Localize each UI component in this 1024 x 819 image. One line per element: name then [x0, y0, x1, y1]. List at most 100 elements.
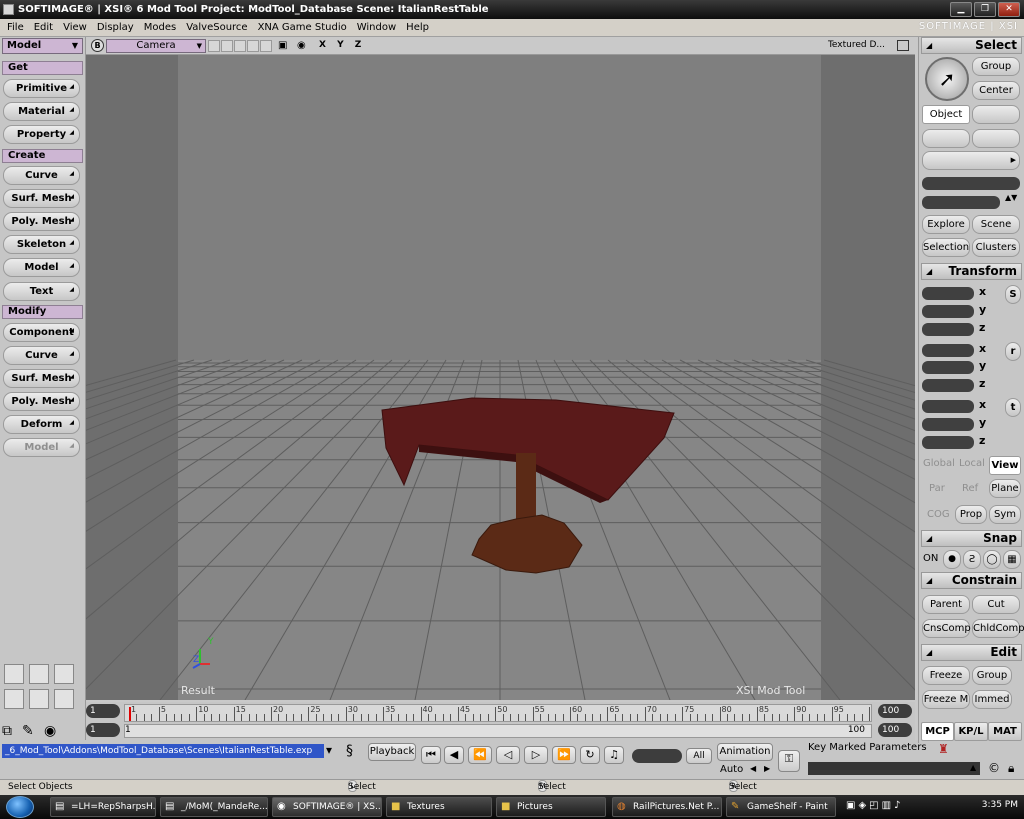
camera-icon[interactable]: ▣ [278, 40, 287, 51]
cnscomp-button[interactable]: CnsComp [922, 619, 971, 638]
scale-x-label[interactable]: x [979, 285, 986, 298]
script-icon[interactable]: § [346, 743, 353, 759]
selection-button[interactable]: Selection [922, 238, 970, 257]
memo-slot[interactable] [221, 40, 233, 52]
scale-y-label[interactable]: y [979, 303, 986, 316]
property-button[interactable]: Property ◢ [3, 125, 80, 144]
task-pictures[interactable]: ■ Pictures [496, 797, 606, 817]
menu-valvesource[interactable]: ValveSource [181, 22, 252, 33]
maximize-viewport-icon[interactable] [897, 40, 909, 51]
object-filter-button[interactable]: Object [922, 105, 970, 124]
auto-key-label[interactable]: Auto [720, 764, 743, 775]
prev-frame-button[interactable]: ◀ [444, 746, 464, 764]
create-text-button[interactable]: Text ◢ [3, 282, 80, 301]
immed-button[interactable]: Immed [972, 690, 1012, 709]
play-backward-button[interactable]: ◁ [496, 746, 520, 764]
snap-header[interactable]: ◢ Snap [921, 530, 1022, 547]
modify-component-button[interactable]: Component ◢ [3, 323, 80, 342]
modify-curve-button[interactable]: Curve ◢ [3, 346, 80, 365]
filter-dropdown[interactable]: ▶ [922, 151, 1020, 170]
task-textures[interactable]: ■ Textures [386, 797, 492, 817]
primitive-button[interactable]: Primitive ◢ [3, 79, 80, 98]
loop-button[interactable]: ↻ [580, 746, 600, 764]
task-paint[interactable]: ✎ GameShelf - Paint [726, 797, 836, 817]
rotate-z-field[interactable] [922, 379, 974, 392]
snap-point-icon[interactable]: ● [943, 550, 961, 569]
chldcomp-button[interactable]: ChldComp [972, 619, 1024, 638]
scale-x-field[interactable] [922, 287, 974, 300]
scale-z-label[interactable]: z [979, 321, 985, 334]
select-arrow-icon[interactable]: ➚ [925, 57, 969, 101]
current-frame-field[interactable] [632, 749, 682, 763]
rotate-y-label[interactable]: y [979, 359, 986, 372]
start-button[interactable] [6, 796, 34, 818]
tab-mcp[interactable]: MCP [921, 722, 954, 741]
menu-help[interactable]: Help [401, 22, 434, 33]
filter-slot[interactable] [922, 129, 970, 148]
all-button[interactable]: All [686, 748, 712, 764]
translate-y-label[interactable]: y [979, 416, 986, 429]
memo-slot[interactable] [247, 40, 259, 52]
scene-button[interactable]: Scene [972, 215, 1020, 234]
memo-slot[interactable] [234, 40, 246, 52]
create-model-button[interactable]: Model ◢ [3, 258, 80, 277]
playhead[interactable] [129, 707, 131, 721]
scale-z-field[interactable] [922, 323, 974, 336]
menu-xna[interactable]: XNA Game Studio [253, 22, 352, 33]
clock[interactable]: 3:35 PM [982, 800, 1018, 810]
scale-y-field[interactable] [922, 305, 974, 318]
selection-name-field[interactable] [922, 196, 1000, 209]
clusters-button[interactable]: Clusters [972, 238, 1020, 257]
keying-set-field[interactable] [808, 762, 980, 775]
menu-file[interactable]: File [2, 22, 29, 33]
eye-icon[interactable]: ◉ [297, 40, 306, 51]
lock-icon[interactable]: 🔒︎ [1008, 761, 1014, 776]
palette-icon[interactable]: ◉ [44, 723, 56, 739]
memo-slot[interactable] [260, 40, 272, 52]
range-slider[interactable]: 1 100 [124, 724, 872, 738]
snap-on-toggle[interactable]: ON [923, 553, 938, 564]
snap-curve-icon[interactable]: Ƨ [963, 550, 981, 569]
explore-button[interactable]: Explore [922, 215, 970, 234]
translate-x-field[interactable] [922, 400, 974, 413]
viewport-3d[interactable]: Y Z Result XSI Mod Tool [86, 55, 915, 700]
rotate-x-label[interactable]: x [979, 342, 986, 355]
timeline-end-field[interactable]: 100 [878, 704, 912, 718]
timeline-start-field[interactable]: 1 [86, 704, 120, 718]
brush-icon[interactable]: ✎ [22, 723, 34, 739]
keyable-icon[interactable]: ♜ [938, 742, 949, 756]
create-skeleton-button[interactable]: Skeleton ◢ [3, 235, 80, 254]
shading-dropdown[interactable]: Textured D... [828, 40, 885, 50]
task-repsharps[interactable]: ▤ =LH=RepSharpsH... [50, 797, 156, 817]
rotate-y-field[interactable] [922, 361, 974, 374]
rotate-button[interactable]: r [1005, 342, 1021, 361]
layout-three-icon[interactable] [54, 689, 74, 709]
ref-button[interactable]: Ref [962, 483, 978, 494]
spin-arrows-icon[interactable]: ▲▼ [1005, 193, 1017, 202]
module-dropdown[interactable]: Model ▼ [2, 38, 83, 54]
transform-header[interactable]: ◢ Transform [921, 263, 1022, 280]
select-center-button[interactable]: Center [972, 81, 1020, 100]
task-railpictures[interactable]: ◍ RailPictures.Net P... [612, 797, 722, 817]
cube-icon[interactable]: ⧉ [2, 723, 12, 739]
previous-key-button[interactable]: ⏪ [468, 746, 492, 764]
prev-key-arrow-icon[interactable]: ◀ [750, 764, 756, 773]
rotate-z-label[interactable]: z [979, 377, 985, 390]
view-button[interactable]: View [989, 456, 1021, 475]
freeze-button[interactable]: Freeze [922, 666, 970, 685]
global-button[interactable]: Global [923, 458, 955, 469]
path-dropdown-icon[interactable]: ▾ [326, 743, 332, 757]
viewport-letter[interactable]: B [91, 39, 104, 52]
material-button[interactable]: Material ◢ [3, 102, 80, 121]
modify-model-button[interactable]: Model ◢ [3, 438, 80, 457]
create-poly-mesh-button[interactable]: Poly. Mesh ◢ [3, 212, 80, 231]
maximize-button[interactable]: ❐ [974, 2, 996, 17]
cut-button[interactable]: Cut [972, 595, 1020, 614]
translate-z-label[interactable]: z [979, 434, 985, 447]
key-icon[interactable]: ⚿ [778, 750, 800, 772]
close-button[interactable]: ✕ [998, 2, 1020, 17]
snap-surface-icon[interactable]: ◯ [983, 550, 1001, 569]
filter-slot[interactable] [972, 129, 1020, 148]
layout-horizontal-icon[interactable] [4, 689, 24, 709]
layout-single-icon[interactable] [4, 664, 24, 684]
